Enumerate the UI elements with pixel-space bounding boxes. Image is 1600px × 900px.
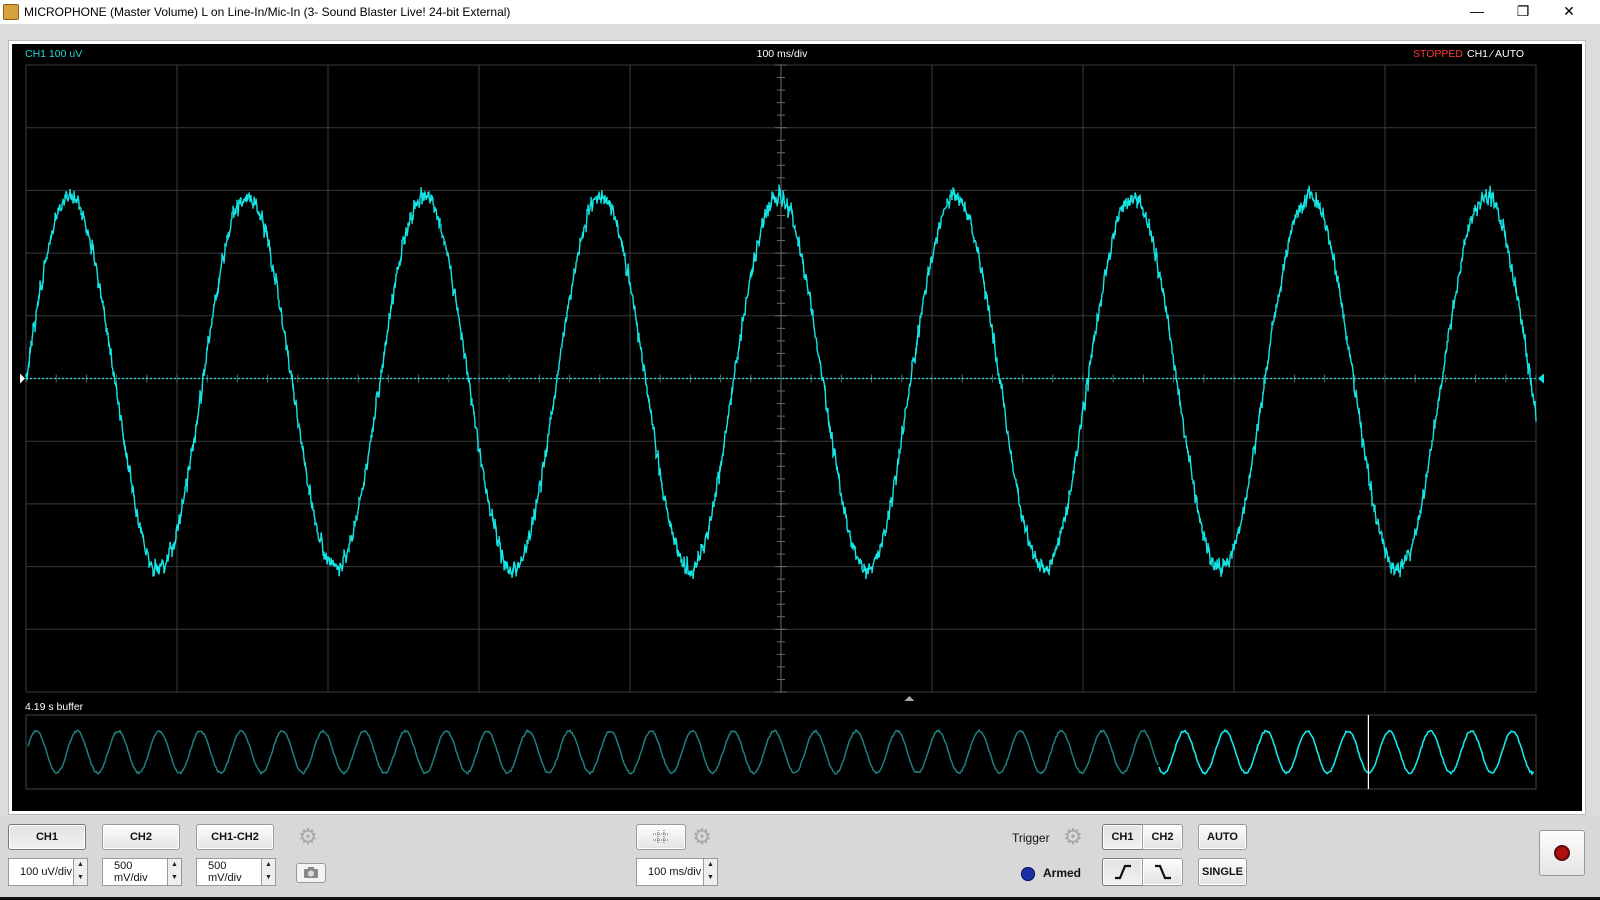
ch1-scale-arrows[interactable]: ▲ ▼: [74, 858, 88, 886]
ch1-scale-readout: CH1 100 uV: [25, 48, 82, 60]
ch1-minus-ch2-button[interactable]: CH1-CH2: [196, 824, 274, 850]
grid-icon: [653, 830, 669, 844]
ch1-offset-marker[interactable]: [20, 373, 25, 384]
close-icon[interactable]: ✕: [1546, 0, 1592, 22]
ch2-scale-stepper[interactable]: 500 mV/div ▲ ▼: [102, 858, 182, 886]
buffer-readout: 4.19 s buffer: [25, 701, 84, 713]
math-scale-value[interactable]: 500 mV/div: [196, 858, 262, 886]
decrease-icon[interactable]: ▼: [168, 872, 181, 885]
control-panel: CH1 CH2 CH1-CH2 ⚙ 100 uV/div ▲ ▼ 500 mV/d…: [0, 817, 1600, 900]
decrease-icon[interactable]: ▼: [262, 872, 275, 885]
scope-display[interactable]: CH1 100 uV 100 ms/div STOPPED CH1 ⁄ AUTO…: [12, 44, 1582, 811]
falling-edge-button[interactable]: [1142, 858, 1183, 886]
rising-edge-icon: [1114, 864, 1131, 880]
title-bar: MICROPHONE (Master Volume) L on Line-In/…: [0, 0, 1600, 24]
timebase-value[interactable]: 100 ms/div: [636, 858, 704, 886]
trigger-position-marker[interactable]: [904, 696, 915, 701]
decrease-icon[interactable]: ▼: [704, 872, 717, 885]
trigger-level-marker[interactable]: [1538, 373, 1544, 384]
increase-icon[interactable]: ▲: [168, 859, 181, 872]
increase-icon[interactable]: ▲: [74, 859, 87, 872]
grid-toggle-button[interactable]: [636, 824, 686, 850]
record-button[interactable]: [1539, 830, 1585, 876]
timebase-stepper[interactable]: 100 ms/div ▲ ▼: [636, 858, 718, 886]
increase-icon[interactable]: ▲: [704, 859, 717, 872]
buffer-overview[interactable]: [25, 714, 1537, 790]
increase-icon[interactable]: ▲: [262, 859, 275, 872]
falling-edge-icon: [1154, 864, 1171, 880]
ch1-scale-value[interactable]: 100 uV/div: [8, 858, 74, 886]
ch1-scale-stepper[interactable]: 100 uV/div ▲ ▼: [8, 858, 88, 886]
record-icon: [1556, 847, 1568, 859]
armed-label: Armed: [1043, 866, 1082, 880]
math-scale-stepper[interactable]: 500 mV/div ▲ ▼: [196, 858, 276, 886]
display-settings-gear-icon[interactable]: ⚙: [690, 825, 714, 849]
trigger-label: Trigger: [1012, 831, 1050, 845]
armed-indicator-icon: [1021, 867, 1035, 881]
minimize-icon[interactable]: —: [1454, 0, 1500, 22]
trigger-settings-gear-icon[interactable]: ⚙: [1061, 825, 1085, 849]
screenshot-camera-icon[interactable]: [296, 863, 326, 883]
ch2-scale-value[interactable]: 500 mV/div: [102, 858, 168, 886]
ch2-button[interactable]: CH2: [102, 824, 180, 850]
single-shot-button[interactable]: SINGLE: [1198, 858, 1247, 886]
ch1-button[interactable]: CH1: [8, 824, 86, 850]
trigger-auto-button[interactable]: AUTO: [1198, 824, 1247, 850]
math-scale-arrows[interactable]: ▲ ▼: [262, 858, 276, 886]
rising-edge-button[interactable]: [1102, 858, 1143, 886]
app-icon: [3, 4, 19, 20]
run-status: STOPPED: [1413, 48, 1463, 60]
trigger-ch1-button[interactable]: CH1: [1102, 824, 1143, 850]
timebase-readout: 100 ms/div: [757, 48, 809, 60]
decrease-icon[interactable]: ▼: [74, 872, 87, 885]
trigger-ch2-button[interactable]: CH2: [1142, 824, 1183, 850]
ch2-scale-arrows[interactable]: ▲ ▼: [168, 858, 182, 886]
window-title: MICROPHONE (Master Volume) L on Line-In/…: [24, 5, 511, 19]
trigger-readout: CH1 ⁄ AUTO: [1467, 48, 1524, 60]
channel-settings-gear-icon[interactable]: ⚙: [296, 825, 320, 849]
timebase-arrows[interactable]: ▲ ▼: [704, 858, 718, 886]
restore-icon[interactable]: ❐: [1500, 0, 1546, 22]
